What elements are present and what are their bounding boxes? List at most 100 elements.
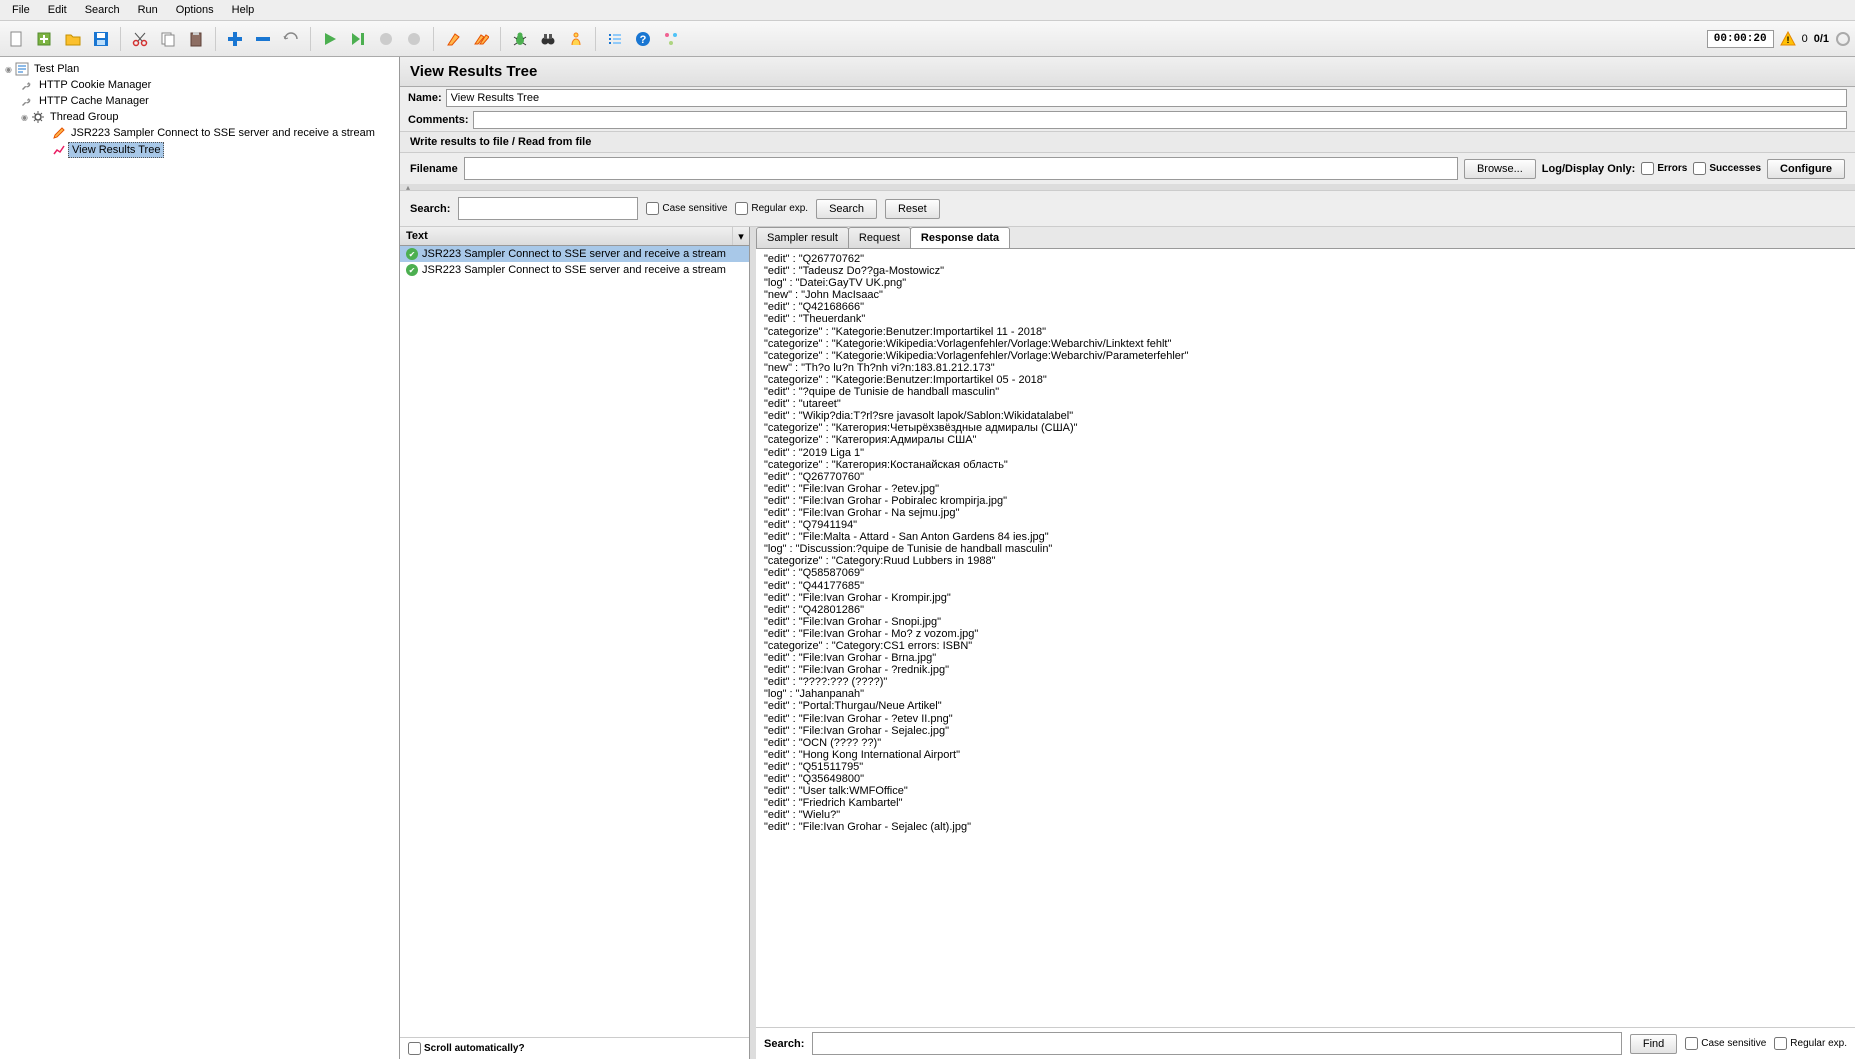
response-line: "categorize" : "Category:CS1 errors: ISB…: [764, 640, 1847, 652]
section-title: Write results to file / Read from file: [400, 131, 1855, 153]
tab-response-data[interactable]: Response data: [910, 227, 1010, 248]
open-icon[interactable]: [60, 26, 86, 52]
response-line: "edit" : "Portal:Thurgau/Neue Artikel": [764, 700, 1847, 712]
menu-edit[interactable]: Edit: [40, 2, 75, 18]
tree-root[interactable]: Test Plan: [31, 62, 82, 76]
response-line: "edit" : "Wielu?": [764, 809, 1847, 821]
graph-icon: [52, 143, 66, 157]
configure-button[interactable]: Configure: [1767, 159, 1845, 179]
tree-item[interactable]: JSR223 Sampler Connect to SSE server and…: [68, 126, 378, 140]
response-line: "log" : "Discussion:?quipe de Tunisie de…: [764, 543, 1847, 555]
reset-button[interactable]: Reset: [885, 199, 940, 219]
comments-input[interactable]: [473, 111, 1847, 129]
response-line: "edit" : "????:??? (????)": [764, 676, 1847, 688]
menu-run[interactable]: Run: [130, 2, 166, 18]
gear-icon: [31, 110, 45, 124]
name-label: Name:: [408, 92, 442, 104]
start-no-pause-icon[interactable]: [345, 26, 371, 52]
tools-icon[interactable]: [658, 26, 684, 52]
comments-label: Comments:: [408, 114, 469, 126]
response-line: "categorize" : "Kategorie:Wikipedia:Vorl…: [764, 350, 1847, 362]
response-line: "categorize" : "Kategorie:Benutzer:Impor…: [764, 374, 1847, 386]
help-icon[interactable]: ?: [630, 26, 656, 52]
save-icon[interactable]: [88, 26, 114, 52]
response-line: "edit" : "Hong Kong International Airpor…: [764, 749, 1847, 761]
toggle-icon[interactable]: ◉: [20, 113, 29, 122]
response-line: "edit" : "Q58587069": [764, 567, 1847, 579]
filename-label: Filename: [410, 163, 458, 175]
wrench-icon: [20, 78, 34, 92]
expand-icon[interactable]: [222, 26, 248, 52]
tree-item[interactable]: Thread Group: [47, 110, 121, 124]
tab-sampler-result[interactable]: Sampler result: [756, 227, 849, 248]
results-list[interactable]: ✔ JSR223 Sampler Connect to SSE server a…: [400, 246, 749, 1037]
search-input[interactable]: [458, 197, 638, 220]
warning-count: 0: [1802, 33, 1808, 45]
tree-item-selected[interactable]: View Results Tree: [68, 142, 164, 158]
response-line: "edit" : "2019 Liga 1": [764, 447, 1847, 459]
results-header[interactable]: Text: [400, 227, 733, 245]
menu-help[interactable]: Help: [224, 2, 263, 18]
collapse-icon[interactable]: [250, 26, 276, 52]
clear-all-icon[interactable]: [468, 26, 494, 52]
response-line: "edit" : "File:Ivan Grohar - Snopi.jpg": [764, 616, 1847, 628]
menu-file[interactable]: File: [4, 2, 38, 18]
bottom-case-checkbox[interactable]: Case sensitive: [1685, 1037, 1766, 1050]
response-line: "edit" : "File:Ivan Grohar - Mo? z vozom…: [764, 628, 1847, 640]
response-line: "edit" : "Wikip?dia:T?rl?sre javasolt la…: [764, 410, 1847, 422]
response-body[interactable]: "edit" : "Q26770762""edit" : "Tadeusz Do…: [756, 249, 1855, 1027]
response-line: "edit" : "File:Ivan Grohar - ?rednik.jpg…: [764, 664, 1847, 676]
name-input[interactable]: [446, 89, 1847, 107]
errors-checkbox[interactable]: Errors: [1641, 162, 1687, 175]
list-icon[interactable]: [602, 26, 628, 52]
bottom-regex-checkbox[interactable]: Regular exp.: [1774, 1037, 1847, 1050]
menu-search[interactable]: Search: [77, 2, 128, 18]
toggle-icon[interactable]: [278, 26, 304, 52]
response-line: "edit" : "Q42168666": [764, 301, 1847, 313]
scroll-auto-checkbox[interactable]: Scroll automatically?: [408, 1042, 741, 1055]
response-line: "edit" : "Q51511795": [764, 761, 1847, 773]
stop-icon[interactable]: [373, 26, 399, 52]
find-button[interactable]: Find: [1630, 1034, 1677, 1054]
content-panel: View Results Tree Name: Comments: Write …: [400, 57, 1855, 1059]
case-sensitive-checkbox[interactable]: Case sensitive: [646, 202, 727, 215]
result-item[interactable]: ✔ JSR223 Sampler Connect to SSE server a…: [400, 246, 749, 262]
response-line: "new" : "Th?o lu?n Th?nh vi?n:183.81.212…: [764, 362, 1847, 374]
start-icon[interactable]: [317, 26, 343, 52]
successes-checkbox[interactable]: Successes: [1693, 162, 1761, 175]
dropdown-icon[interactable]: ▾: [733, 227, 749, 245]
result-item[interactable]: ✔ JSR223 Sampler Connect to SSE server a…: [400, 262, 749, 278]
toggle-icon[interactable]: ◉: [4, 65, 13, 74]
search-button[interactable]: Search: [816, 199, 877, 219]
response-line: "edit" : "Friedrich Kambartel": [764, 797, 1847, 809]
tree-item[interactable]: HTTP Cache Manager: [36, 94, 152, 108]
tab-request[interactable]: Request: [848, 227, 911, 248]
browse-button[interactable]: Browse...: [1464, 159, 1536, 179]
bug-icon[interactable]: [507, 26, 533, 52]
copy-icon[interactable]: [155, 26, 181, 52]
response-line: "edit" : "File:Ivan Grohar - ?etev.jpg": [764, 483, 1847, 495]
bottom-search-input[interactable]: [812, 1032, 1622, 1055]
warning-icon[interactable]: !: [1780, 31, 1796, 47]
paste-icon[interactable]: [183, 26, 209, 52]
function-icon[interactable]: [563, 26, 589, 52]
response-line: "edit" : "File:Ivan Grohar - Sejalec (al…: [764, 821, 1847, 833]
pencil-icon: [52, 126, 66, 140]
response-line: "log" : "Datei:GayTV UK.png": [764, 277, 1847, 289]
response-line: "edit" : "File:Ivan Grohar - Sejalec.jpg…: [764, 725, 1847, 737]
regex-checkbox[interactable]: Regular exp.: [735, 202, 808, 215]
filename-input[interactable]: [464, 157, 1458, 180]
response-line: "edit" : "Q35649800": [764, 773, 1847, 785]
binoculars-icon[interactable]: [535, 26, 561, 52]
svg-text:!: !: [1786, 35, 1789, 45]
cut-icon[interactable]: [127, 26, 153, 52]
new-icon[interactable]: [4, 26, 30, 52]
shutdown-icon[interactable]: [401, 26, 427, 52]
tree-item[interactable]: HTTP Cookie Manager: [36, 78, 154, 92]
clear-icon[interactable]: [440, 26, 466, 52]
test-plan-tree[interactable]: ◉ Test Plan HTTP Cookie Manager HTTP Cach…: [0, 57, 400, 1059]
response-line: "edit" : "File:Ivan Grohar - Brna.jpg": [764, 652, 1847, 664]
templates-icon[interactable]: [32, 26, 58, 52]
response-line: "edit" : "File:Ivan Grohar - Na sejmu.jp…: [764, 507, 1847, 519]
menu-options[interactable]: Options: [168, 2, 222, 18]
